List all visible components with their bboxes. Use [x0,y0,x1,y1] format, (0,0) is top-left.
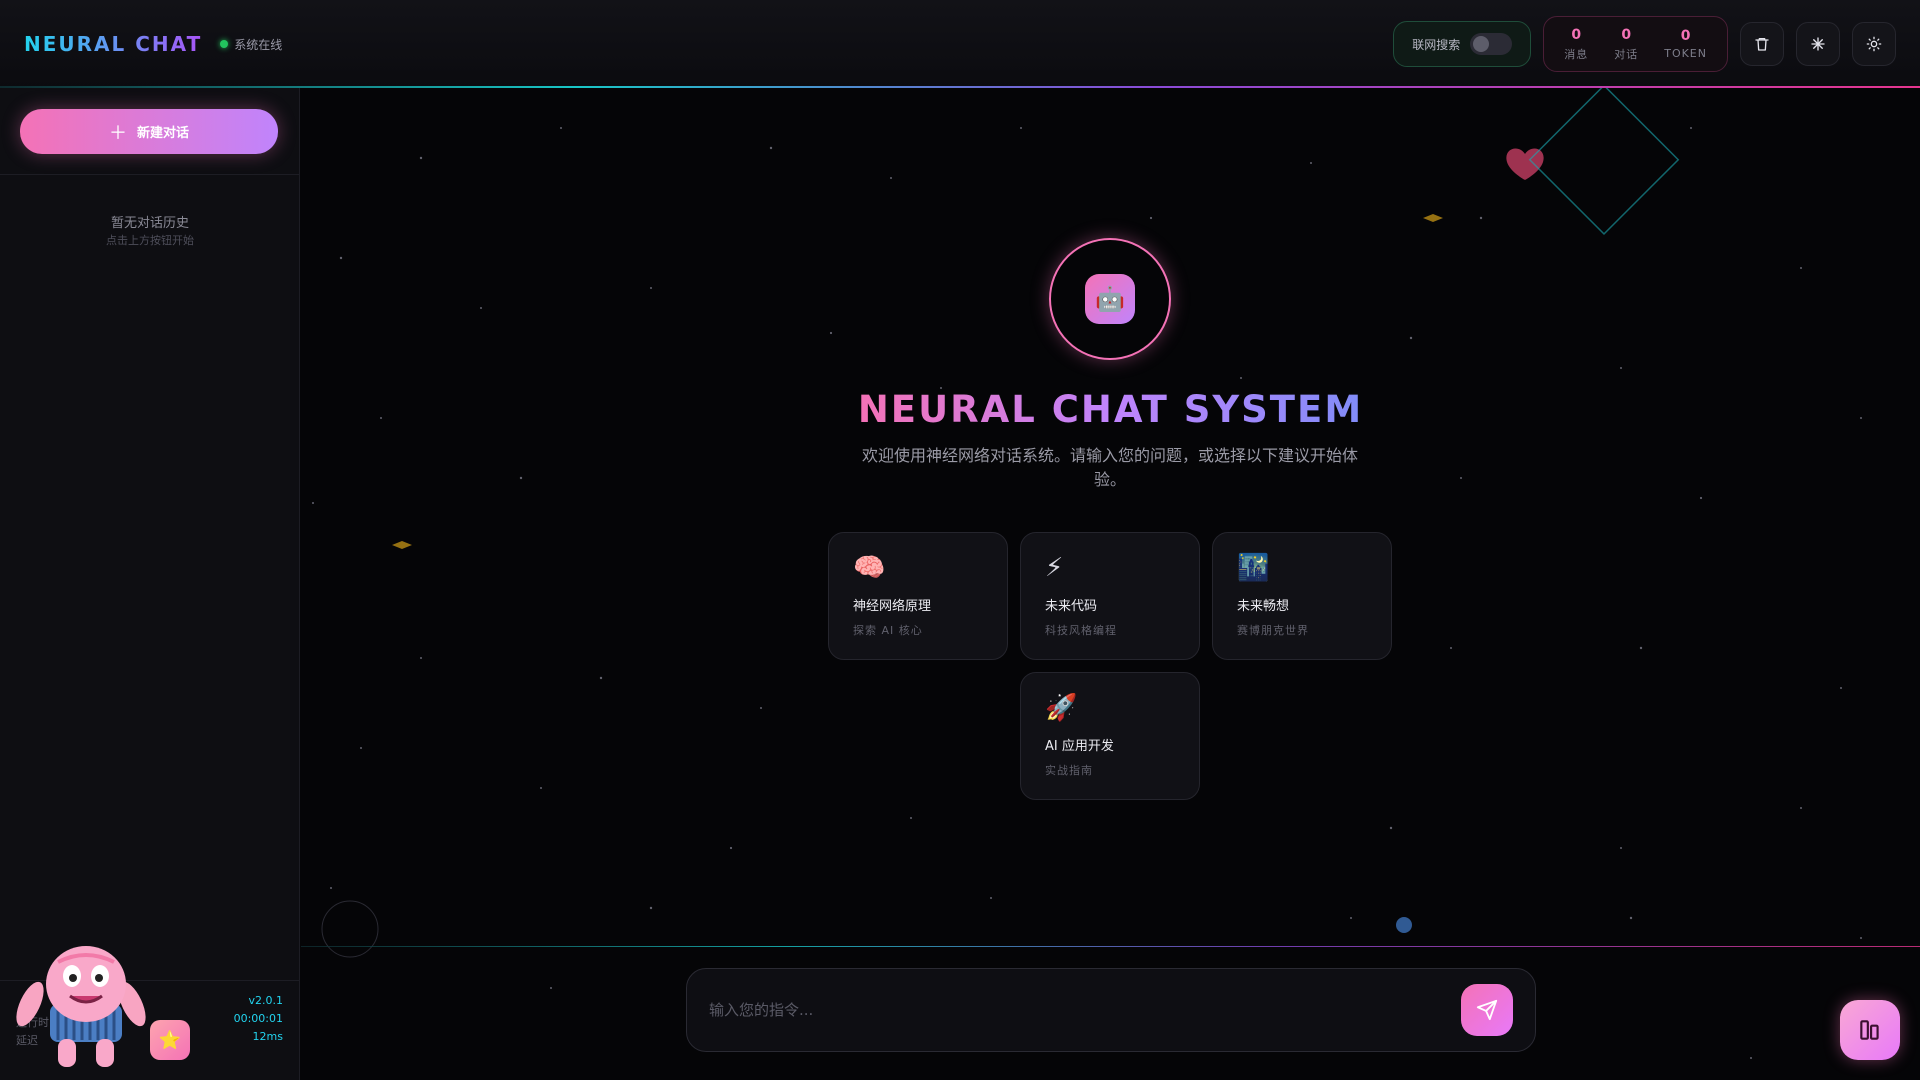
sparkle-icon [1811,37,1825,51]
favorite-button[interactable]: ⭐ [150,1020,190,1060]
suggestion-title: AI 应用开发 [1045,739,1114,754]
top-bar: NEURAL CHAT 系统在线 联网搜索 0 消息 0 对话 0 TOKEN [0,0,1920,88]
empty-history-hint: 点击上方按钮开始 [106,234,194,247]
suggestion-subtitle: 赛博朋克世界 [1237,624,1309,637]
stat-tokens: 0 TOKEN [1664,28,1707,60]
message-composer [686,968,1536,1052]
suggestion-card[interactable]: 🚀 AI 应用开发 实战指南 [1020,672,1200,800]
version-value: v2.0.1 [248,994,284,1007]
bot-avatar-ring: 🤖 [1049,238,1171,360]
suggestion-subtitle: 实战指南 [1045,764,1093,777]
suggestion-card[interactable]: 🌃 未来畅想 赛博朋克世界 [1212,532,1392,660]
suggestion-title: 未来畅想 [1237,599,1290,614]
status-text: 系统在线 [234,37,283,52]
stat-value: 0 [1571,26,1582,43]
stat-conversations: 0 对话 [1614,27,1638,62]
hero-title: NEURAL CHAT SYSTEM [857,388,1364,431]
toggle-knob [1473,36,1490,52]
mascot-character-icon[interactable] [8,944,153,1069]
new-chat-label: 新建对话 [136,126,189,141]
rocket-icon: 🚀 [1045,693,1078,723]
clear-button[interactable] [1740,22,1784,66]
app-title: NEURAL CHAT [24,32,203,56]
robot-icon: 🤖 [1085,274,1135,324]
stat-label: 消息 [1564,47,1589,61]
star-icon: ⭐ [158,1029,182,1051]
web-search-toggle[interactable]: 联网搜索 [1393,21,1532,67]
latency-value: 12ms [252,1030,283,1043]
sun-icon [1866,36,1882,52]
stats-panel: 0 消息 0 对话 0 TOKEN [1543,16,1728,72]
plus-icon: ＋ [108,122,127,144]
brain-icon: 🧠 [853,553,886,583]
runtime-value: 00:00:01 [233,1012,283,1025]
status-dot-icon [220,40,229,48]
theme-button[interactable] [1852,22,1896,66]
suggestion-card[interactable]: ⚡ 未来代码 科技风格编程 [1020,532,1200,660]
suggestion-subtitle: 探索 AI 核心 [853,624,923,637]
panel-toggle-button[interactable] [1840,1000,1900,1060]
sidebar-divider [0,174,299,175]
suggestion-title: 神经网络原理 [853,599,932,614]
system-status: 系统在线 [220,36,282,53]
send-button[interactable] [1461,984,1513,1036]
send-icon [1476,999,1498,1021]
chat-area: 🤖 NEURAL CHAT SYSTEM 欢迎使用神经网络对话系统。请输入您的问… [301,88,1920,1080]
web-search-label: 联网搜索 [1412,37,1461,52]
trash-icon [1755,38,1769,51]
stat-label: 对话 [1614,47,1639,61]
panel-icon [1860,1020,1879,1040]
suggestion-subtitle: 科技风格编程 [1045,624,1117,637]
sidebar: ＋ 新建对话 暂无对话历史 点击上方按钮开始 v2.0.1 运行时 00:00:… [0,88,300,1080]
new-chat-button[interactable]: ＋ 新建对话 [20,109,278,154]
stat-value: 0 [1680,28,1691,44]
toggle-switch[interactable] [1470,33,1513,55]
input-divider [301,946,1920,947]
suggestion-card[interactable]: 🧠 神经网络原理 探索 AI 核心 [828,532,1008,660]
city-night-icon: 🌃 [1237,553,1270,583]
lightning-icon: ⚡ [1045,553,1064,583]
stat-value: 0 [1621,26,1632,43]
stat-messages: 0 消息 [1564,27,1588,62]
stat-label: TOKEN [1664,47,1707,60]
hero-subtitle: 欢迎使用神经网络对话系统。请输入您的问题，或选择以下建议开始体验。 [861,446,1358,489]
effects-button[interactable] [1796,22,1840,66]
empty-history-title: 暂无对话历史 [110,216,189,231]
message-input[interactable] [709,1001,1461,1019]
suggestion-title: 未来代码 [1045,599,1098,614]
